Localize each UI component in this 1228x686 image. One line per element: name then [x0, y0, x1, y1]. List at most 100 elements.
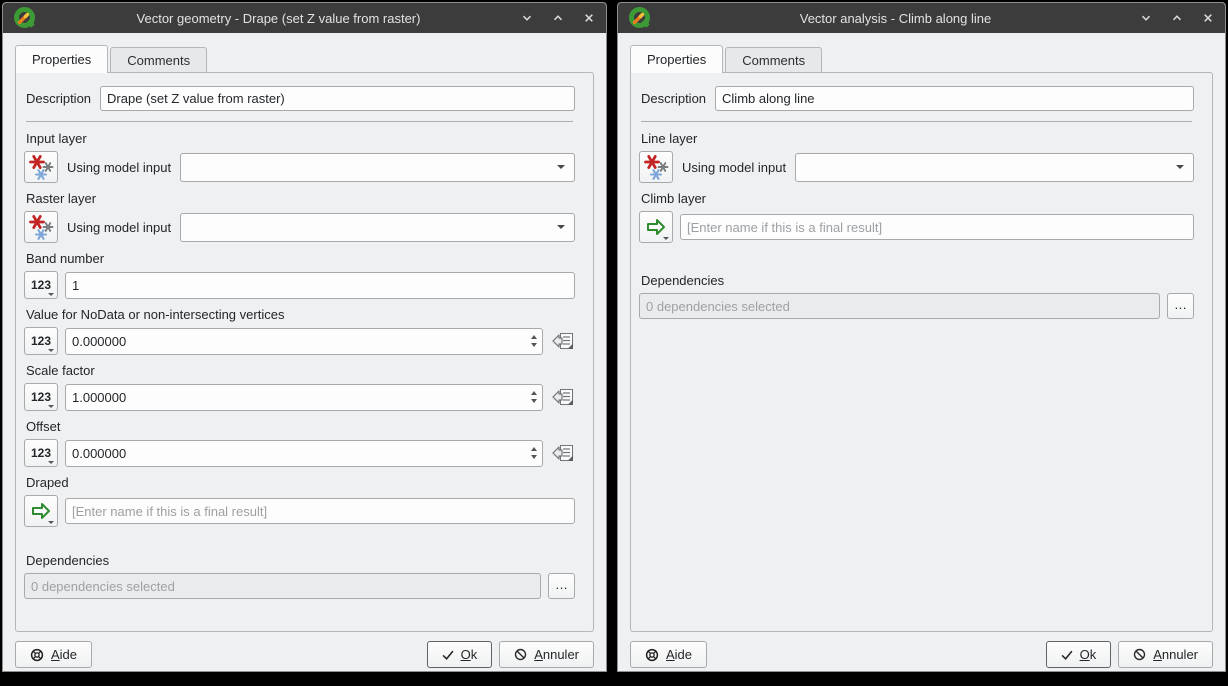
model-input-icon — [28, 214, 54, 240]
data-defined-override-button[interactable] — [550, 442, 575, 465]
window-maximize-button[interactable] — [551, 11, 565, 25]
data-defined-override-icon — [551, 387, 575, 407]
chevron-down-icon — [48, 461, 54, 464]
data-defined-override-icon — [551, 443, 575, 463]
draped-output-row — [24, 495, 575, 527]
input-layer-row: Using model input — [24, 151, 575, 183]
scale-factor-spinbox — [65, 384, 543, 411]
spin-up-button[interactable] — [531, 391, 537, 395]
chevron-down-icon — [557, 225, 565, 229]
field-label-raster-layer: Raster layer — [26, 191, 575, 206]
field-label-climb-layer: Climb layer — [641, 191, 1194, 206]
help-button-label: Aide — [51, 647, 77, 662]
window-controls — [1139, 11, 1215, 25]
output-arrow-icon — [30, 500, 52, 522]
climb-dialog: Vector analysis - Climb along line Prope… — [617, 2, 1226, 672]
chevron-down-icon — [1140, 12, 1152, 24]
number-source-button[interactable]: 123 — [24, 327, 58, 355]
nodata-input[interactable] — [65, 328, 543, 355]
chevron-down-icon — [557, 165, 565, 169]
scale-factor-row: 123 — [24, 383, 575, 411]
drape-titlebar[interactable]: Vector geometry - Drape (set Z value fro… — [3, 3, 606, 33]
cancel-button[interactable]: Annuler — [1118, 641, 1213, 668]
spin-up-button[interactable] — [531, 447, 537, 451]
chevron-down-icon — [48, 349, 54, 352]
mode-label: Using model input — [682, 160, 786, 175]
data-defined-override-button[interactable] — [550, 386, 575, 409]
spin-down-button[interactable] — [531, 399, 537, 403]
number-source-button[interactable]: 123 — [24, 439, 58, 467]
close-icon — [1202, 12, 1214, 24]
properties-pane: Description Input layer Using model inpu… — [15, 72, 594, 632]
chevron-down-icon — [48, 405, 54, 408]
line-layer-combobox[interactable] — [795, 153, 1194, 182]
tab-comments[interactable]: Comments — [110, 47, 207, 72]
check-icon — [1061, 649, 1073, 661]
offset-spinbox — [65, 440, 543, 467]
spin-up-button[interactable] — [531, 335, 537, 339]
window-close-button[interactable] — [582, 11, 596, 25]
window-minimize-button[interactable] — [520, 11, 534, 25]
cancel-button-label: Annuler — [1153, 647, 1198, 662]
window-minimize-button[interactable] — [1139, 11, 1153, 25]
draped-output-input[interactable] — [65, 498, 575, 524]
model-input-source-button[interactable] — [24, 151, 58, 183]
chevron-down-icon — [1176, 165, 1184, 169]
number-badge-icon: 123 — [31, 278, 51, 292]
data-defined-override-button[interactable] — [550, 330, 575, 353]
band-number-field — [65, 272, 575, 299]
dialog-body: Properties Comments Description Line lay… — [618, 33, 1225, 675]
description-row: Description — [641, 86, 1194, 111]
output-options-button[interactable] — [639, 211, 673, 243]
chevron-down-icon — [48, 521, 54, 524]
model-input-source-button[interactable] — [24, 211, 58, 243]
field-label-dependencies: Dependencies — [26, 553, 575, 568]
ok-button[interactable]: Ok — [1046, 641, 1112, 668]
raster-layer-row: Using model input — [24, 211, 575, 243]
output-options-button[interactable] — [24, 495, 58, 527]
desktop-background: Vector geometry - Drape (set Z value fro… — [0, 0, 1228, 686]
description-label: Description — [26, 91, 91, 106]
spin-down-button[interactable] — [531, 455, 537, 459]
raster-layer-combobox[interactable] — [180, 213, 575, 242]
dependencies-browse-button[interactable]: … — [1167, 293, 1194, 319]
model-input-source-button[interactable] — [639, 151, 673, 183]
band-number-input[interactable] — [65, 272, 575, 299]
field-label-scale-factor: Scale factor — [26, 363, 575, 378]
spin-down-button[interactable] — [531, 343, 537, 347]
window-close-button[interactable] — [1201, 11, 1215, 25]
chevron-down-icon — [521, 12, 533, 24]
climb-layer-output-input[interactable] — [680, 214, 1194, 240]
scale-factor-input[interactable] — [65, 384, 543, 411]
input-layer-combobox[interactable] — [180, 153, 575, 182]
cancel-button[interactable]: Annuler — [499, 641, 594, 668]
mode-label: Using model input — [67, 160, 171, 175]
ok-button[interactable]: Ok — [427, 641, 493, 668]
field-label-line-layer: Line layer — [641, 131, 1194, 146]
number-badge-icon: 123 — [31, 446, 51, 460]
model-input-icon — [643, 154, 669, 180]
window-title: Vector geometry - Drape (set Z value fro… — [47, 11, 510, 26]
dialog-button-row: Aide Ok Annuler — [630, 641, 1213, 668]
climb-titlebar[interactable]: Vector analysis - Climb along line — [618, 3, 1225, 33]
window-maximize-button[interactable] — [1170, 11, 1184, 25]
tab-properties[interactable]: Properties — [630, 45, 723, 73]
description-input[interactable] — [715, 86, 1194, 111]
cancel-button-label: Annuler — [534, 647, 579, 662]
line-layer-row: Using model input — [639, 151, 1194, 183]
model-input-icon — [28, 154, 54, 180]
offset-input[interactable] — [65, 440, 543, 467]
window-controls — [520, 11, 596, 25]
dependencies-browse-button[interactable]: … — [548, 573, 575, 599]
spinner — [526, 329, 541, 354]
help-button[interactable]: Aide — [630, 641, 707, 668]
number-source-button[interactable]: 123 — [24, 383, 58, 411]
field-label-band-number: Band number — [26, 251, 575, 266]
number-source-button[interactable]: 123 — [24, 271, 58, 299]
help-button[interactable]: Aide — [15, 641, 92, 668]
mode-label: Using model input — [67, 220, 171, 235]
cancel-icon — [514, 648, 527, 661]
tab-comments[interactable]: Comments — [725, 47, 822, 72]
description-input[interactable] — [100, 86, 575, 111]
tab-properties[interactable]: Properties — [15, 45, 108, 73]
